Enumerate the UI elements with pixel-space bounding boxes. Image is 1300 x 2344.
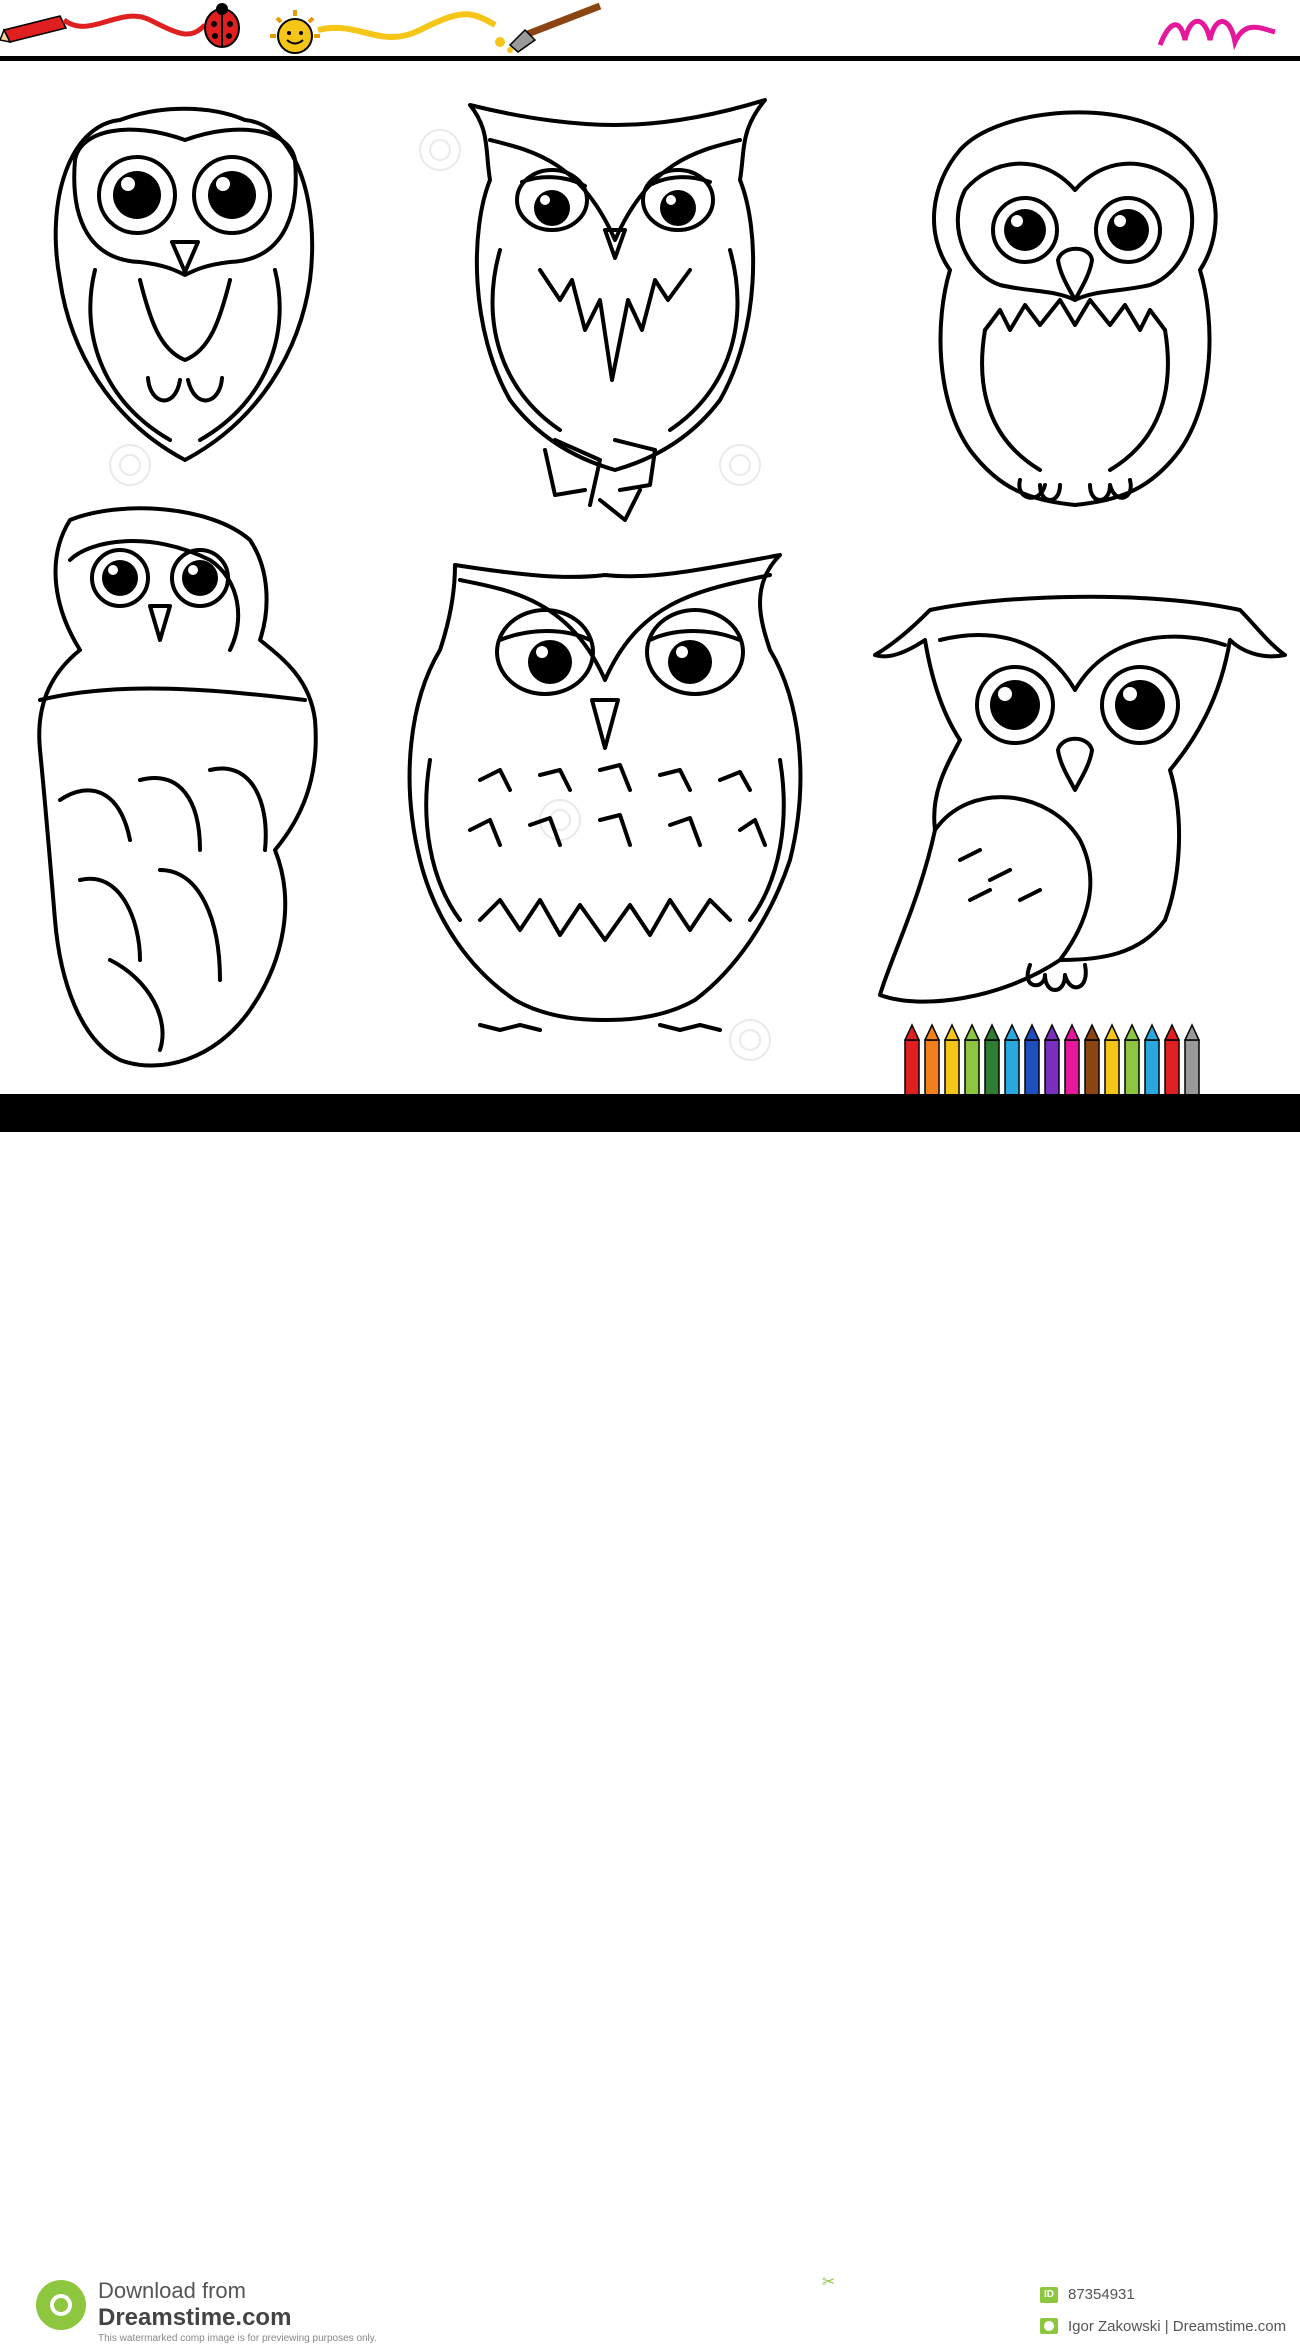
bottom-rule [0,1094,1300,1132]
scissors-icon: ✂ [822,2274,836,2291]
author-credit[interactable]: Igor Zakowski | Dreamstime.com [1068,2318,1286,2335]
owl-5 [407,553,803,1032]
watermark-swirls [109,129,771,1061]
crayon-set-icon [903,1023,1201,1097]
owl-1 [53,106,315,462]
image-id: 87354931 [1068,2286,1135,2303]
site-name[interactable]: Dreamstime.com [98,2304,291,2332]
owl-6 [873,594,1287,1004]
owls-illustration [37,98,1287,1097]
dreamstime-logo-icon [36,2280,86,2330]
owl-3 [932,110,1218,507]
coloring-page: Download from Dreamstime.com This waterm… [0,0,1300,2344]
download-label: Download from [98,2278,246,2303]
preview-note: This watermarked comp image is for previ… [98,2333,377,2344]
watermark-footer: Download from Dreamstime.com This waterm… [0,1132,1300,2344]
owl-4 [37,506,318,1068]
credit-icon [1040,2318,1058,2334]
id-badge: ID [1040,2287,1058,2303]
